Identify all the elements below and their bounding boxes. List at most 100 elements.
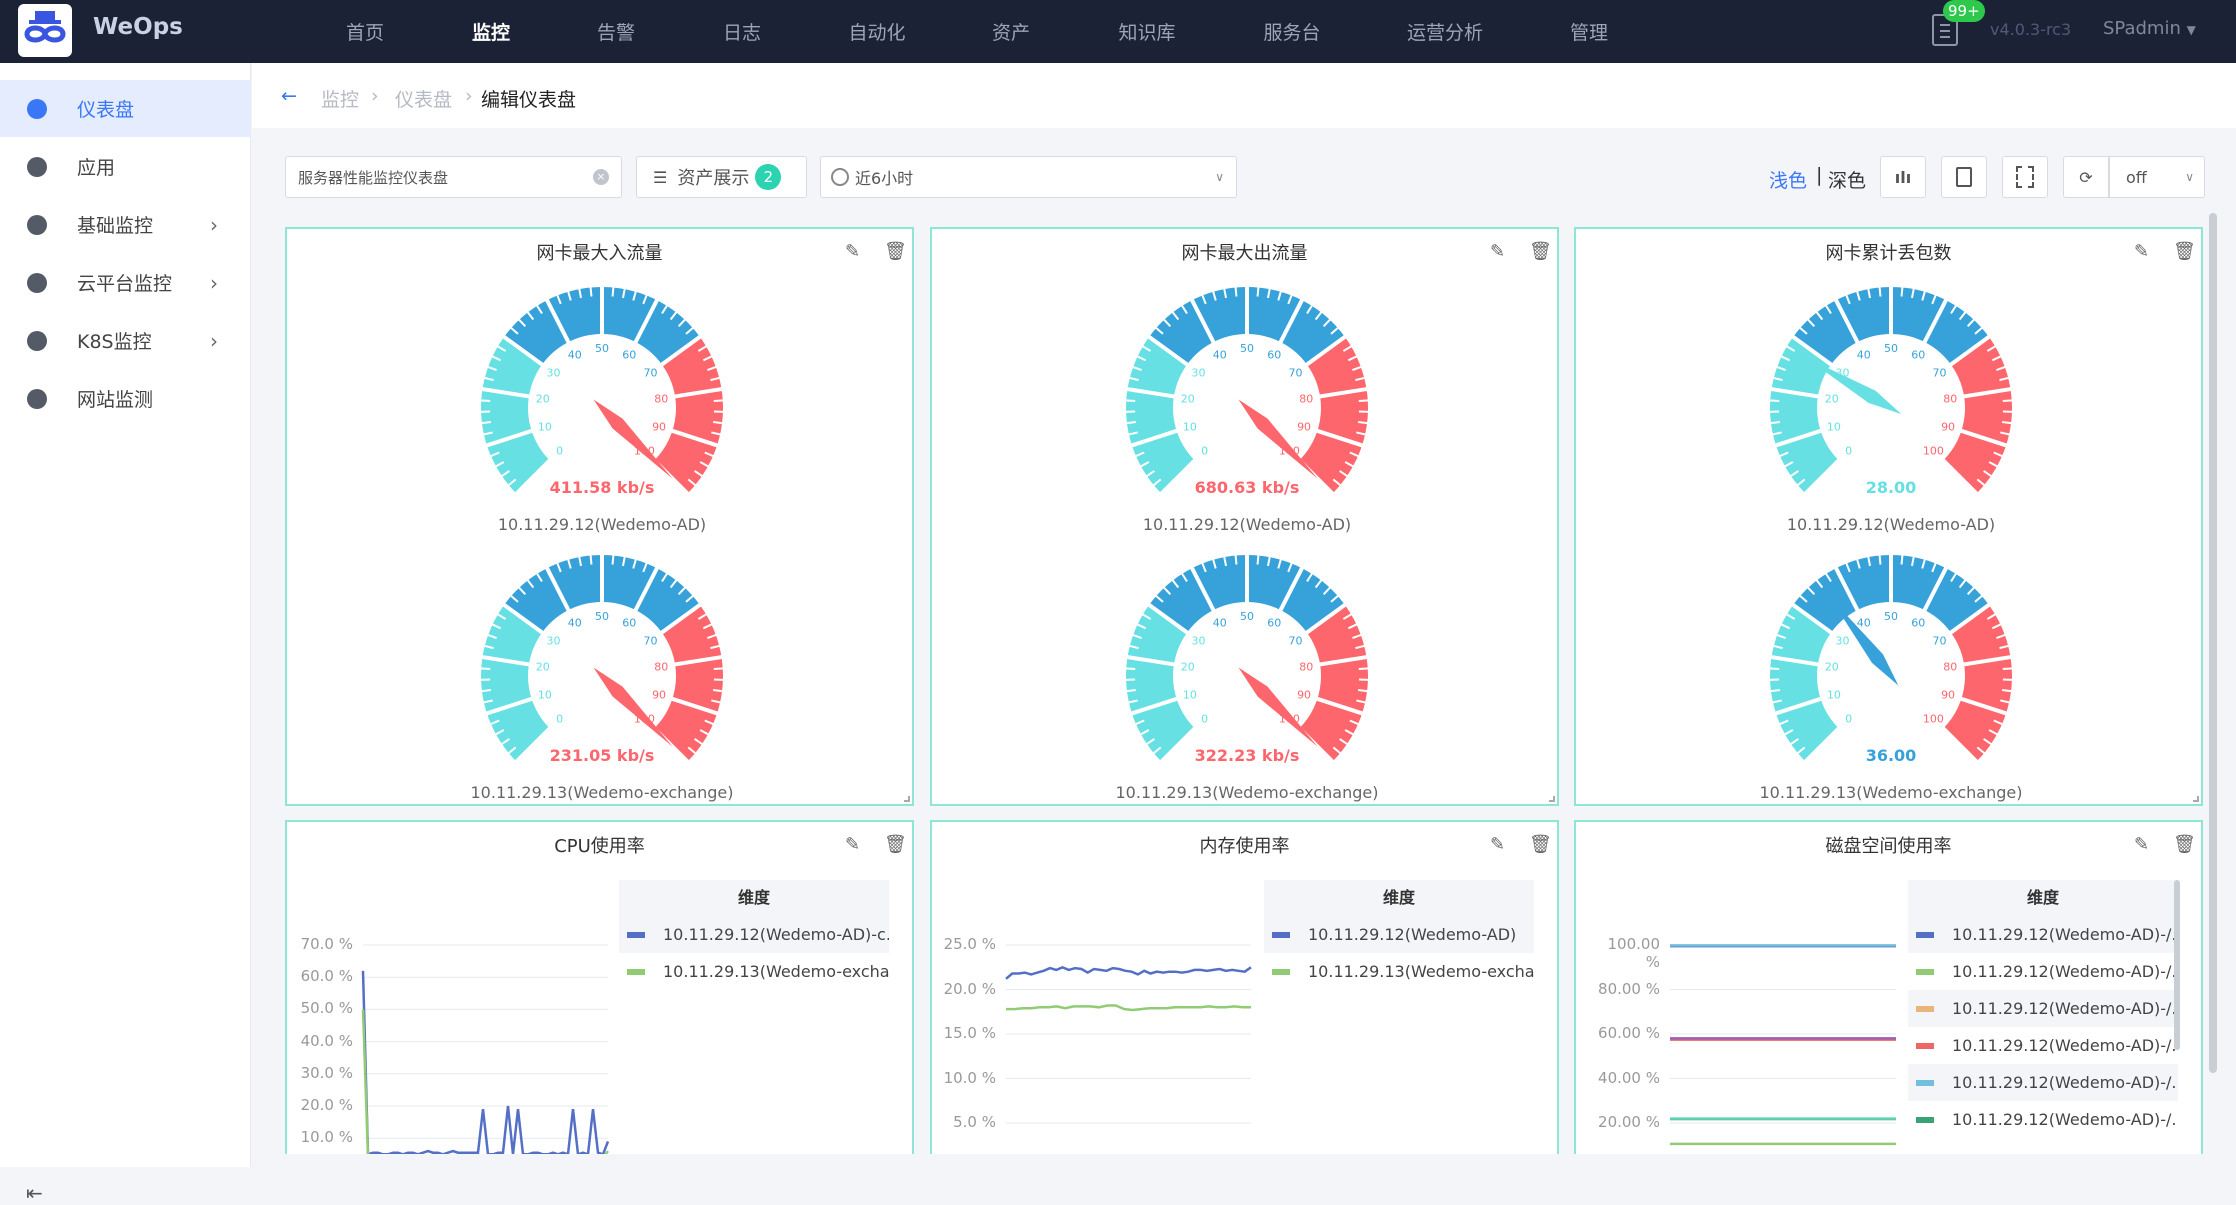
line-chart-panel[interactable]: CPU使用率✎🗑70.0 %60.0 %50.0 %40.0 %30.0 %20… — [285, 820, 914, 1154]
gauge-tick — [613, 287, 614, 297]
back-arrow-icon[interactable]: ← — [281, 85, 297, 107]
gauge-tick-label: 40 — [1213, 617, 1227, 630]
legend-item[interactable]: 10.11.29.12(Wedemo-AD) — [1264, 916, 1534, 953]
legend-swatch — [627, 969, 645, 975]
legend-swatch — [1916, 1043, 1934, 1049]
legend-item[interactable]: 10.11.29.12(Wedemo-AD)-c... — [619, 916, 889, 953]
sidebar-item[interactable]: K8S监控› — [0, 312, 251, 369]
gauge-tick — [2002, 690, 2012, 691]
user-menu[interactable]: SPadmin ▼ — [2103, 18, 2196, 39]
legend-item[interactable]: 10.11.29.12(Wedemo-AD)-/... — [1908, 1101, 2178, 1138]
gauge-tick-label: 100 — [1923, 444, 1944, 457]
asset-display-button[interactable]: ☰ 资产展示 2 — [636, 156, 807, 198]
fullscreen-button[interactable] — [2002, 156, 2048, 198]
sidebar-item[interactable]: 云平台监控› — [0, 254, 251, 311]
gauge-label: 10.11.29.12(Wedemo-AD) — [1047, 515, 1447, 534]
gauge-band — [1150, 351, 1179, 477]
nav-item[interactable]: 服务台 — [1263, 18, 1320, 45]
gauge-tick — [2002, 422, 2012, 423]
gauge-tick — [1358, 690, 1368, 691]
gauge-tick — [1236, 287, 1237, 297]
legend-item[interactable]: 10.11.29.12(Wedemo-AD)-/... — [1908, 1027, 2178, 1064]
dashboard-name-input[interactable]: 服务器性能监控仪表盘 × — [285, 156, 622, 198]
weops-logo[interactable] — [18, 4, 72, 57]
nav-item[interactable]: 首页 — [346, 18, 384, 45]
page-scrollbar[interactable] — [2209, 213, 2217, 1073]
y-tick-label: 10.0 % — [285, 1128, 353, 1146]
legend-item[interactable]: 10.11.29.12(Wedemo-AD)-/... — [1908, 1064, 2178, 1101]
theme-light-toggle[interactable]: 浅色 — [1769, 166, 1807, 193]
legend-swatch — [1272, 932, 1290, 938]
gauge-tick-label: 60 — [622, 349, 636, 362]
theme-dark-toggle[interactable]: 深色 — [1828, 166, 1866, 193]
y-tick-label: 5.0 % — [930, 1113, 996, 1131]
legend-item[interactable]: 10.11.29.12(Wedemo-AD)-/... — [1908, 953, 2178, 990]
nav-item[interactable]: 运营分析 — [1407, 18, 1483, 45]
gauge-tick-label: 60 — [1911, 349, 1925, 362]
save-button[interactable] — [1941, 156, 1987, 198]
gauge-band — [1794, 351, 1823, 477]
nav-item[interactable]: 自动化 — [848, 18, 905, 45]
gauge-tick — [713, 690, 723, 691]
sidebar-item-label: 云平台监控 — [77, 269, 172, 296]
legend-item[interactable]: 10.11.29.13(Wedemo-excha... — [1264, 953, 1534, 990]
asset-count-badge: 2 — [755, 164, 781, 190]
nav-item[interactable]: 告警 — [597, 18, 635, 45]
gauge-tick-label: 80 — [654, 661, 668, 674]
refresh-button[interactable]: ⟳ — [2063, 156, 2109, 198]
sidebar-item[interactable]: 应用 — [0, 138, 251, 195]
nav-item[interactable]: 日志 — [723, 18, 761, 45]
nav-item[interactable]: 资产 — [992, 18, 1030, 45]
gauge-needle — [1239, 668, 1318, 747]
add-chart-button[interactable]: ılı — [1880, 156, 1926, 198]
chevron-right-icon: › — [210, 213, 218, 237]
gauge-tick — [714, 400, 724, 401]
gauge-tick-label: 50 — [1884, 342, 1898, 355]
y-tick-label: 100.00 % — [1590, 935, 1660, 971]
chevron-down-icon: ∨ — [2185, 170, 2194, 184]
gauge: 0102030405060708090100 — [480, 554, 724, 762]
nav-item[interactable]: 管理 — [1570, 18, 1608, 45]
clear-icon[interactable]: × — [593, 169, 609, 185]
time-range-select[interactable]: 近6小时 ∨ — [820, 156, 1237, 198]
gauge-tick-label: 20 — [536, 661, 550, 674]
line-chart-panel[interactable]: 磁盘空间使用率✎🗑100.00 %80.00 %60.00 %40.00 %20… — [1574, 820, 2203, 1154]
dashboard-name-value: 服务器性能监控仪表盘 — [298, 167, 448, 188]
gauge-tick-label: 40 — [568, 617, 582, 630]
legend-swatch — [627, 932, 645, 938]
gauge-value: 231.05 kb/s — [452, 746, 752, 765]
breadcrumb-monitor[interactable]: 监控 — [321, 85, 359, 112]
sidebar-item[interactable]: 网站监测 — [0, 370, 251, 427]
sidebar-item-label: 网站监测 — [77, 385, 153, 412]
gauge-panel[interactable]: 网卡最大出流量✎🗑0102030405060708090100010203040… — [930, 227, 1559, 806]
nav-item[interactable]: 监控 — [472, 18, 510, 45]
gauge-tick — [1880, 287, 1881, 297]
nav-item[interactable]: 知识库 — [1118, 18, 1175, 45]
y-tick-label: 20.0 % — [285, 1096, 353, 1114]
sidebar: 仪表盘应用基础监控›云平台监控›K8S监控›网站监测 ⇤ — [0, 63, 251, 1167]
sidebar-item[interactable]: 基础监控› — [0, 196, 251, 253]
gauge-tick-label: 80 — [1943, 393, 1957, 406]
legend-item[interactable]: 10.11.29.12(Wedemo-AD)-/... — [1908, 916, 2178, 953]
gauge-label: 10.11.29.12(Wedemo-AD) — [402, 515, 802, 534]
collapse-sidebar-icon[interactable]: ⇤ — [26, 1181, 43, 1205]
gauge-tick — [480, 668, 490, 669]
auto-refresh-select[interactable]: off ∨ — [2109, 156, 2205, 198]
line-chart-panel[interactable]: 内存使用率✎🗑25.0 %20.0 %15.0 %10.0 %5.0 %维度10… — [930, 820, 1559, 1154]
gauge-tick-label: 40 — [1857, 349, 1871, 362]
gauge-tick-label: 30 — [1835, 635, 1849, 648]
gauge-panel[interactable]: 网卡累计丢包数✎🗑0102030405060708090100010203040… — [1574, 227, 2203, 806]
legend-item[interactable]: 10.11.29.12(Wedemo-AD)-/... — [1908, 990, 2178, 1027]
list-icon: ☰ — [653, 168, 667, 187]
legend-item[interactable]: 10.11.29.13(Wedemo-excha... — [619, 953, 889, 990]
gauge-panel[interactable]: 网卡最大入流量✎🗑0102030405060708090100010203040… — [285, 227, 914, 806]
legend-label: 10.11.29.12(Wedemo-AD)-c... — [663, 925, 889, 944]
gauge-tick — [1769, 400, 1779, 401]
gauge-tick — [1770, 422, 1780, 423]
gauge-tick-label: 10 — [538, 689, 552, 702]
gauge-tick-label: 90 — [1297, 421, 1311, 434]
legend-scrollbar[interactable] — [2174, 880, 2180, 1050]
breadcrumb-dashboard[interactable]: 仪表盘 — [395, 85, 452, 112]
sidebar-item[interactable]: 仪表盘 — [0, 80, 251, 137]
gauge-tick-label: 50 — [1240, 342, 1254, 355]
